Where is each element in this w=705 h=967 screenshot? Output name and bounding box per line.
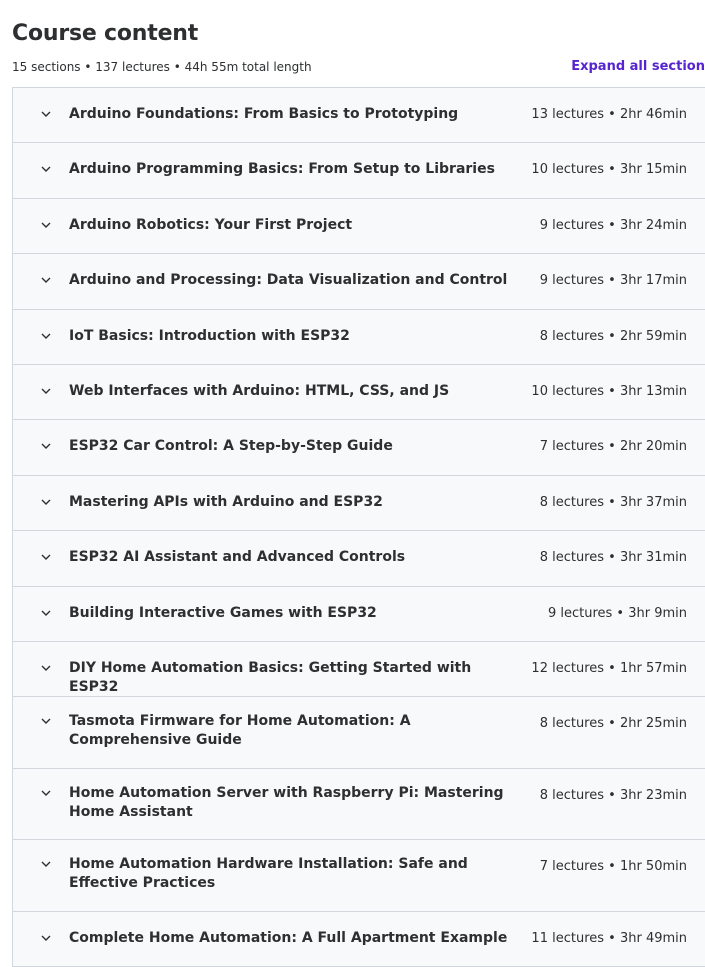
section-title: Building Interactive Games with ESP32 (69, 604, 377, 621)
section-meta: 12 lectures • 1hr 57min (531, 660, 687, 676)
expand-all-sections-button[interactable]: Expand all section (571, 59, 705, 74)
chevron-down-icon[interactable] (40, 385, 52, 397)
section-meta: 9 lectures • 3hr 24min (539, 217, 687, 233)
section-title: Arduino Foundations: From Basics to Prot… (69, 106, 459, 122)
section-item[interactable]: Home Automation Hardware Installation: S… (12, 840, 705, 913)
chevron-down-icon[interactable] (40, 440, 52, 452)
chevron-down-icon[interactable] (40, 108, 52, 120)
section-item[interactable]: ESP32 AI Assistant and Advanced Controls… (12, 531, 705, 587)
section-accordion: Arduino Foundations: From Basics to Prot… (12, 87, 705, 967)
page-title: Course content (12, 21, 199, 47)
section-item[interactable]: Arduino and Processing: Data Visualizati… (12, 254, 705, 310)
chevron-down-icon[interactable] (40, 551, 52, 563)
chevron-down-icon[interactable] (40, 932, 52, 944)
section-meta: 10 lectures • 3hr 15min (531, 162, 687, 178)
section-title: Arduino Robotics: Your First Project (69, 216, 353, 233)
chevron-down-icon[interactable] (40, 715, 52, 727)
section-item[interactable]: Web Interfaces with Arduino: HTML, CSS, … (12, 364, 705, 421)
section-item[interactable]: Arduino Foundations: From Basics to Prot… (12, 88, 705, 144)
chevron-down-icon[interactable] (40, 496, 52, 508)
chevron-down-icon[interactable] (40, 163, 52, 175)
section-meta: 8 lectures • 2hr 25min (539, 716, 687, 732)
chevron-down-icon[interactable] (40, 274, 52, 286)
section-meta: 7 lectures • 2hr 20min (539, 439, 687, 455)
section-meta: 10 lectures • 3hr 13min (531, 383, 687, 399)
section-item[interactable]: Arduino Programming Basics: From Setup t… (12, 143, 705, 199)
section-title: Home Automation Server with Raspberry Pi… (69, 784, 504, 820)
section-item[interactable]: Tasmota Firmware for Home Automation: A … (12, 697, 705, 769)
chevron-down-icon[interactable] (40, 607, 52, 619)
section-title: Complete Home Automation: A Full Apartme… (69, 930, 508, 947)
section-item[interactable]: DIY Home Automation Basics: Getting Star… (12, 641, 705, 698)
section-item[interactable]: Home Automation Server with Raspberry Pi… (12, 768, 705, 841)
chevron-down-icon[interactable] (40, 662, 52, 674)
section-item[interactable]: Complete Home Automation: A Full Apartme… (12, 912, 705, 967)
section-item[interactable]: Arduino Robotics: Your First Project 9 l… (12, 198, 705, 255)
section-meta: 9 lectures • 3hr 9min (547, 605, 687, 621)
section-title: ESP32 AI Assistant and Advanced Controls (69, 549, 406, 566)
section-title: Web Interfaces with Arduino: HTML, CSS, … (69, 382, 450, 399)
section-meta: 7 lectures • 1hr 50min (539, 859, 687, 875)
section-meta: 9 lectures • 3hr 17min (539, 273, 687, 289)
section-meta: 8 lectures • 3hr 31min (539, 550, 687, 566)
section-item[interactable]: Building Interactive Games with ESP32 9 … (12, 586, 705, 642)
section-meta: 11 lectures • 3hr 49min (531, 931, 687, 947)
section-meta: 8 lectures • 3hr 37min (539, 494, 687, 510)
chevron-down-icon[interactable] (40, 787, 52, 799)
section-meta: 8 lectures • 3hr 23min (539, 787, 687, 803)
chevron-down-icon[interactable] (40, 330, 52, 342)
course-summary-row: 15 sections • 137 lectures • 44h 55m tot… (12, 59, 705, 77)
section-meta: 13 lectures • 2hr 46min (531, 107, 687, 122)
course-summary: 15 sections • 137 lectures • 44h 55m tot… (12, 60, 312, 74)
section-title: Mastering APIs with Arduino and ESP32 (69, 493, 383, 510)
section-title: Tasmota Firmware for Home Automation: A … (69, 713, 411, 749)
chevron-down-icon[interactable] (40, 219, 52, 231)
section-title: ESP32 Car Control: A Step-by-Step Guide (69, 438, 393, 455)
section-title: Home Automation Hardware Installation: S… (69, 856, 468, 892)
section-title: IoT Basics: Introduction with ESP32 (69, 327, 350, 344)
section-title: Arduino Programming Basics: From Setup t… (69, 161, 495, 178)
section-item[interactable]: ESP32 Car Control: A Step-by-Step Guide … (12, 420, 705, 476)
section-title: DIY Home Automation Basics: Getting Star… (69, 659, 472, 695)
chevron-down-icon[interactable] (40, 858, 52, 870)
section-meta: 8 lectures • 2hr 59min (539, 328, 687, 344)
section-title: Arduino and Processing: Data Visualizati… (69, 272, 508, 289)
section-item[interactable]: Mastering APIs with Arduino and ESP32 8 … (12, 475, 705, 532)
section-item[interactable]: IoT Basics: Introduction with ESP32 8 le… (12, 309, 705, 365)
